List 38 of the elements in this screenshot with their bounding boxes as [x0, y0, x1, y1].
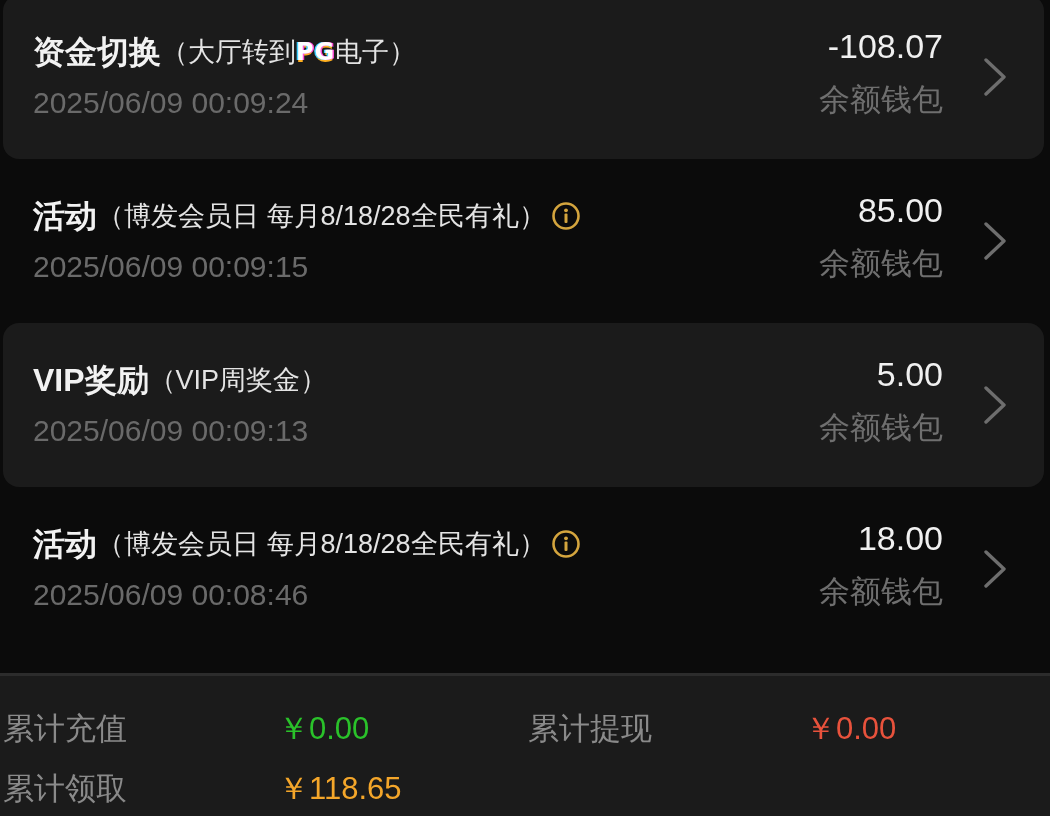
summary-value: ￥0.00	[805, 710, 897, 748]
record-detail: （博发会员日 每月8/18/28全民有礼）	[97, 199, 546, 233]
chevron-right-icon	[983, 386, 1007, 424]
record-detail: （VIP周奖金）	[148, 363, 328, 397]
wallet-label: 余额钱包	[819, 245, 943, 283]
record-amount: 5.00	[876, 354, 943, 395]
summary-label: 累计提现	[528, 710, 652, 748]
summary-label: 累计领取	[3, 770, 127, 808]
brand-logo: PG	[296, 36, 336, 67]
record-detail: 电子）	[335, 35, 417, 69]
record-time: 2025/06/09 00:08:46	[33, 576, 309, 613]
summary-value: ￥0.00	[278, 710, 370, 748]
record-amount: -108.07	[827, 26, 943, 67]
wallet-label: 余额钱包	[819, 409, 943, 447]
record-amount: 18.00	[857, 518, 943, 559]
info-icon[interactable]	[551, 201, 580, 230]
record-detail: （博发会员日 每月8/18/28全民有礼）	[97, 527, 546, 561]
chevron-right-icon	[983, 58, 1007, 96]
record-time: 2025/06/09 00:09:24	[33, 84, 309, 121]
record-time: 2025/06/09 00:09:15	[33, 248, 309, 285]
record-detail: （大厅转到	[161, 35, 296, 69]
record-time: 2025/06/09 00:09:13	[33, 412, 309, 449]
record-row[interactable]: 活动（博发会员日 每月8/18/28全民有礼） 2025/06/09 00:08:46 18.00 余额钱包	[3, 487, 1044, 651]
record-row[interactable]: 资金切换（大厅转到PG电子） 2025/06/09 00:09:24 -108.07 余额钱包	[3, 0, 1044, 159]
record-title: 活动	[33, 524, 97, 564]
record-row[interactable]: 活动（博发会员日 每月8/18/28全民有礼） 2025/06/09 00:09:15 85.00 余额钱包	[3, 159, 1044, 323]
chevron-right-icon	[983, 222, 1007, 260]
record-amount: 85.00	[857, 190, 943, 231]
chevron-right-icon	[983, 550, 1007, 588]
record-title: 资金切换	[33, 32, 161, 72]
record-row[interactable]: VIP奖励（VIP周奖金） 2025/06/09 00:09:13 5.00 余额钱包	[3, 323, 1044, 487]
summary-value: ￥118.65	[278, 770, 402, 808]
wallet-label: 余额钱包	[819, 573, 943, 611]
record-title: 活动	[33, 196, 97, 236]
record-title: VIP奖励	[33, 360, 149, 400]
info-icon[interactable]	[551, 529, 580, 558]
summary-label: 累计充值	[3, 710, 127, 748]
wallet-label: 余额钱包	[819, 81, 943, 119]
